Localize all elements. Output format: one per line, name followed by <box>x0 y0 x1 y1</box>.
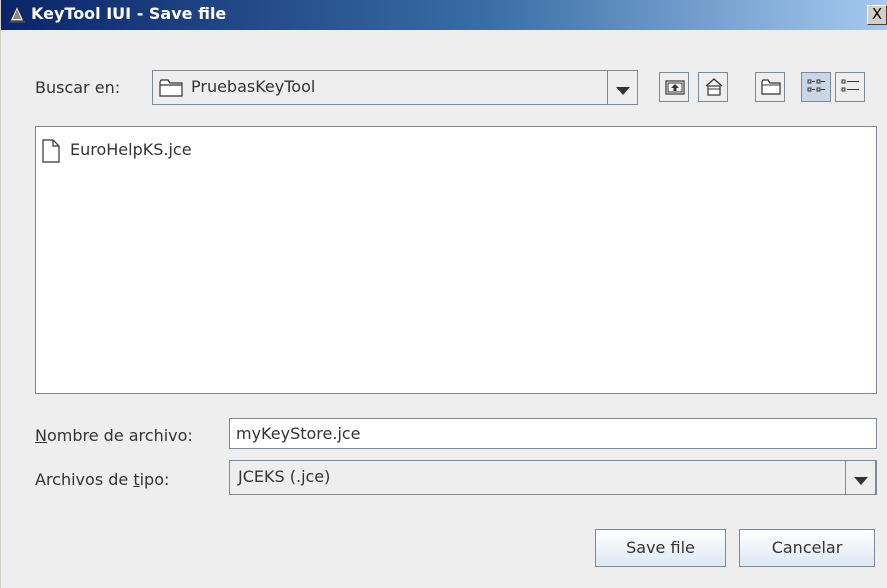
file-type-value: JCEKS (.jce) <box>238 467 331 486</box>
look-in-value: PruebasKeyTool <box>191 77 316 96</box>
up-one-level-button[interactable] <box>659 72 689 102</box>
close-button[interactable]: X <box>867 5 887 25</box>
title-bar[interactable]: KeyTool IUI - Save file X <box>1 0 887 30</box>
window-title: KeyTool IUI - Save file <box>31 4 227 23</box>
file-type-label-after: ipo: <box>139 470 170 489</box>
details-view-button[interactable] <box>835 72 865 102</box>
file-icon <box>42 139 60 163</box>
file-type-dropdown-button[interactable] <box>845 460 876 495</box>
list-view-icon <box>807 79 825 92</box>
cancel-button[interactable]: Cancelar <box>739 529 875 567</box>
home-icon <box>705 78 723 96</box>
close-icon: X <box>871 5 883 23</box>
home-button[interactable] <box>698 72 728 102</box>
up-folder-icon <box>665 80 685 95</box>
file-list[interactable]: EuroHelpKS.jce <box>35 126 877 394</box>
list-view-button[interactable] <box>801 72 831 102</box>
look-in-label: Buscar en: <box>35 78 121 97</box>
file-type-label-before: Archivos de <box>35 470 134 489</box>
file-name-label-text: ombre de archivo: <box>46 426 193 445</box>
file-name-label: EuroHelpKS.jce <box>70 140 192 159</box>
keytool-app-icon <box>9 5 25 23</box>
new-folder-button[interactable] <box>755 72 785 102</box>
file-type-combo[interactable]: JCEKS (.jce) <box>229 460 877 495</box>
chevron-down-icon <box>616 87 630 95</box>
chevron-down-icon <box>854 477 868 485</box>
file-name-input[interactable] <box>230 419 876 448</box>
folder-icon <box>159 79 183 97</box>
file-name-label: Nombre de archivo: <box>35 426 193 445</box>
save-file-dialog: KeyTool IUI - Save file X Buscar en: Pru… <box>0 0 887 588</box>
file-type-label: Archivos de tipo: <box>35 470 169 489</box>
file-name-field[interactable] <box>229 418 877 449</box>
look-in-combo[interactable]: PruebasKeyTool <box>152 70 638 105</box>
save-file-button[interactable]: Save file <box>595 529 726 567</box>
new-folder-icon <box>761 79 781 95</box>
details-view-icon <box>841 79 859 92</box>
file-name-mnemonic: N <box>35 426 47 445</box>
look-in-dropdown-button[interactable] <box>607 70 638 105</box>
